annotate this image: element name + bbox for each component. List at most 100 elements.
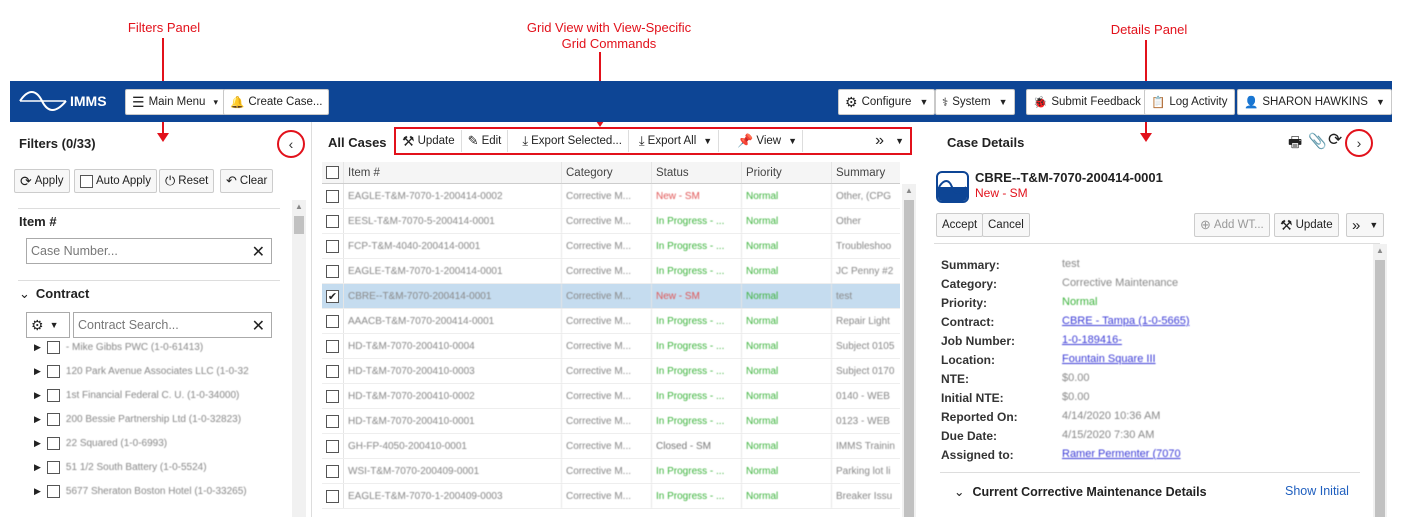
column-header-category[interactable]: Category [562,162,652,183]
table-row[interactable]: HD-T&M-7070-200410-0004 Corrective M... In… [322,334,900,359]
contract-tree-item[interactable]: ▶ - Mike Gibbs PWC (1-0-61413) [34,337,203,357]
table-row[interactable]: EAGLE-T&M-7070-1-200409-0003 Corrective M… [322,484,900,509]
contract-checkbox[interactable] [46,364,60,378]
table-row[interactable]: HD-T&M-7070-200410-0001 Corrective M... In… [322,409,900,434]
contract-tree-item[interactable]: ▶ 22 Squared (1-0-6993) [34,433,167,453]
refresh-icon[interactable]: ⟳ [1328,130,1342,150]
collapse-filters-button[interactable]: ‹ [277,130,305,158]
add-wt-button[interactable]: ⊕ Add WT... [1194,213,1270,237]
expand-triangle-icon[interactable]: ▶ [34,462,41,473]
row-checkbox[interactable] [326,414,339,428]
log-activity-button[interactable]: 📋 Log Activity [1144,89,1235,115]
contract-checkbox[interactable] [46,412,60,426]
export-selected-command[interactable]: ⤓ Export Selected... [516,130,629,152]
table-row[interactable]: FCP-T&M-4040-200414-0001 Corrective M... I… [322,234,900,259]
update-command[interactable]: ⚒ Update [396,130,462,152]
attachment-icon[interactable]: 📎 [1308,132,1327,150]
details-more-button[interactable]: » ▼ [1346,213,1385,237]
expand-triangle-icon[interactable]: ▶ [34,438,41,449]
row-checkbox[interactable] [326,464,339,478]
row-checkbox-checked[interactable]: ✔ [326,289,339,303]
row-checkbox[interactable] [326,339,339,353]
contract-checkbox[interactable] [46,484,60,498]
select-all-checkbox[interactable] [326,166,339,179]
row-checkbox[interactable] [326,389,339,403]
contract-checkbox[interactable] [46,436,60,450]
cancel-button[interactable]: Cancel [982,213,1030,237]
clear-input-icon[interactable]: ✕ [252,242,265,262]
scroll-thumb[interactable] [1375,260,1385,517]
scroll-up-arrow-icon[interactable]: ▲ [1376,246,1384,255]
print-icon[interactable]: 🖶 [1288,132,1302,157]
row-checkbox[interactable] [326,314,339,328]
grid-scrollbar[interactable]: ▲ [902,184,916,517]
contract-search-input[interactable]: Contract Search... ✕ [73,312,272,338]
filters-scrollbar[interactable]: ▲ [292,200,306,517]
contract-section-toggle[interactable]: ⌄ Contract [19,286,89,302]
table-row[interactable]: AAACB-T&M-7070-200414-0001 Corrective M..… [322,309,900,334]
scroll-thumb[interactable] [904,200,914,517]
contract-tree-item[interactable]: ▶ 5677 Sheraton Boston Hotel (1-0-33265) [34,481,247,501]
scroll-up-arrow-icon[interactable]: ▲ [295,202,303,211]
detail-value[interactable]: Fountain Square III [1062,353,1156,372]
table-row[interactable]: HD-T&M-7070-200410-0003 Corrective M... In… [322,359,900,384]
contract-options-button[interactable]: ⚙ ▼ [26,312,70,338]
expand-triangle-icon[interactable]: ▶ [34,342,41,353]
contract-tree-item[interactable]: ▶ 120 Park Avenue Associates LLC (1-0-32 [34,361,249,381]
row-checkbox[interactable] [326,264,339,278]
expand-triangle-icon[interactable]: ▶ [34,390,41,401]
scroll-thumb[interactable] [294,216,304,234]
system-button[interactable]: ⚕ System ▼ [935,89,1015,115]
detail-value[interactable]: 1-0-189416- [1062,334,1122,353]
expand-triangle-icon[interactable]: ▶ [34,366,41,377]
detail-value[interactable]: CBRE - Tampa (1-0-5665) [1062,315,1190,334]
scroll-up-arrow-icon[interactable]: ▲ [905,186,913,195]
expand-triangle-icon[interactable]: ▶ [34,414,41,425]
contract-checkbox[interactable] [46,340,60,354]
clear-button[interactable]: ↶ Clear [220,169,274,193]
table-row[interactable]: GH-FP-4050-200410-0001 Corrective M... Clo… [322,434,900,459]
case-number-input[interactable]: Case Number... ✕ [26,238,272,264]
row-checkbox[interactable] [326,239,339,253]
auto-apply-toggle[interactable]: Auto Apply [74,169,157,193]
row-checkbox[interactable] [326,189,339,203]
clear-input-icon[interactable]: ✕ [252,316,265,336]
create-case-button[interactable]: 🔔 Create Case... [223,89,330,115]
details-update-button[interactable]: ⚒ Update [1274,213,1339,237]
contract-checkbox[interactable] [46,388,60,402]
column-header-item[interactable]: Item # [344,162,562,183]
configure-button[interactable]: ⚙ Configure ▼ [838,89,936,115]
contract-tree-item[interactable]: ▶ 51 1/2 South Battery (1-0-5524) [34,457,207,477]
detail-value[interactable]: Ramer Permenter (7070 [1062,448,1181,467]
row-checkbox[interactable] [326,439,339,453]
table-row[interactable]: EAGLE-T&M-7070-1-200414-0002 Corrective M… [322,184,900,209]
column-header-priority[interactable]: Priority [742,162,832,183]
expand-triangle-icon[interactable]: ▶ [34,486,41,497]
edit-command[interactable]: ✎ Edit [462,130,509,152]
contract-tree-item[interactable]: ▶ 200 Bessie Partnership Ltd (1-0-32823) [34,409,241,429]
row-checkbox[interactable] [326,489,339,503]
section-toggle[interactable]: ⌄ Current Corrective Maintenance Details [954,484,1207,499]
submit-feedback-button[interactable]: 🐞 Submit Feedback [1026,89,1148,115]
table-row[interactable]: ✔ CBRE--T&M-7070-200414-0001 Corrective M.… [322,284,900,309]
details-scrollbar[interactable]: ▲ [1373,244,1387,517]
show-initial-link[interactable]: Show Initial [1285,484,1349,498]
reset-button[interactable]: ⏻ Reset [159,169,215,193]
auto-apply-checkbox[interactable] [80,174,93,188]
column-header-summary[interactable]: Summary [832,162,900,183]
more-commands-button[interactable]: » ▼ [869,130,910,152]
export-all-command[interactable]: ⤓ Export All ▼ [633,130,720,152]
row-checkbox[interactable] [326,214,339,228]
contract-tree-item[interactable]: ▶ 1st Financial Federal C. U. (1-0-34000) [34,385,239,405]
view-command[interactable]: 📌 View ▼ [731,130,804,152]
apply-button[interactable]: ⟳ Apply [14,169,70,193]
column-header-status[interactable]: Status [652,162,742,183]
table-row[interactable]: WSI-T&M-7070-200409-0001 Corrective M... I… [322,459,900,484]
table-row[interactable]: EAGLE-T&M-7070-1-200414-0001 Corrective M… [322,259,900,284]
collapse-details-button[interactable]: › [1345,129,1373,157]
table-row[interactable]: HD-T&M-7070-200410-0002 Corrective M... In… [322,384,900,409]
user-menu-button[interactable]: 👤 SHARON HAWKINS ▼ [1237,89,1392,115]
main-menu-button[interactable]: ☰ Main Menu ▾ [125,89,225,115]
accept-button[interactable]: Accept [936,213,984,237]
table-row[interactable]: EESL-T&M-7070-5-200414-0001 Corrective M.… [322,209,900,234]
